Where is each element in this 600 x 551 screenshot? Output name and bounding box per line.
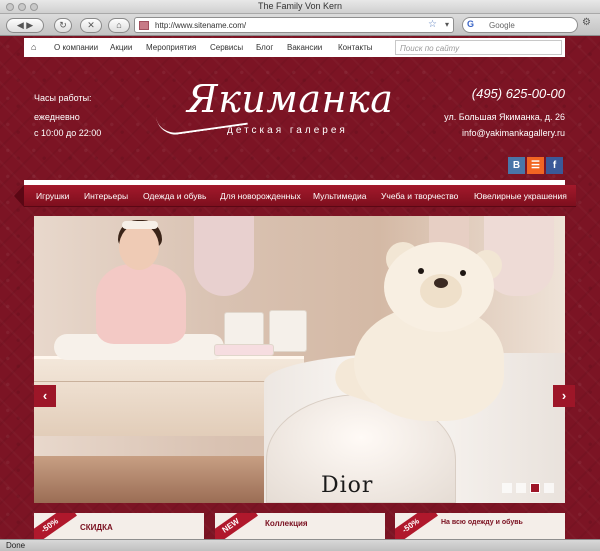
promo-ribbon: -50% [395,513,438,539]
slider-next-button[interactable]: › [553,385,575,407]
window-titlebar: The Family Von Kern [0,0,600,14]
top-navigation: ⌂ О компании Акции Мероприятия Сервисы Б… [24,38,565,57]
vkontakte-icon[interactable]: В [508,157,525,174]
promo-tile-collection[interactable]: NEW Коллекция [215,513,385,539]
reload-icon: ↻ [59,20,67,30]
topnav-item-blog[interactable]: Блог [256,43,273,52]
hero-slider: Dior [34,216,565,503]
category-item-multimedia[interactable]: Мультимедиа [313,191,366,201]
forward-arrow-icon[interactable]: ▶ [26,20,33,30]
category-item-newborns[interactable]: Для новорожденных [220,191,301,201]
topnav-item-contacts[interactable]: Контакты [338,43,373,52]
slider-dot[interactable] [516,483,526,493]
slider-dot[interactable] [502,483,512,493]
back-arrow-icon[interactable]: ◀ [17,20,24,30]
folded-fabric [214,344,274,356]
catnav-fold [14,185,24,207]
browser-search-placeholder[interactable]: Google [489,21,515,30]
site-search-input[interactable]: Поиск по сайту [395,40,562,55]
slider-dot[interactable] [544,483,554,493]
slider-prev-button[interactable]: ‹ [34,385,56,407]
category-item-education[interactable]: Учеба и творчество [381,191,458,201]
slider-dot-active[interactable] [530,483,540,493]
gift-box [269,310,307,352]
bear-eye [418,268,424,274]
bear-nose [434,278,448,288]
category-navigation: Игрушки Интерьеры Одежда и обувь Для нов… [24,185,576,207]
hanging-clothes [194,216,254,296]
home-icon[interactable]: ⌂ [31,42,36,52]
doll-head [119,224,159,270]
topnav-item-jobs[interactable]: Вакансии [287,43,322,52]
contact-phone: (495) 625-00-00 [471,86,565,101]
promo-text: СКИДКА [80,523,113,532]
topnav-item-services[interactable]: Сервисы [210,43,243,52]
topnav-item-promotions[interactable]: Акции [110,43,132,52]
hours-days: ежедневно [34,112,80,122]
address-url[interactable]: http://www.sitename.com/ [155,21,246,30]
home-icon: ⌂ [116,20,122,30]
promo-ribbon: NEW [215,513,258,539]
chevron-down-icon[interactable]: ▾ [445,20,449,29]
topnav-item-events[interactable]: Мероприятия [146,43,196,52]
stop-button[interactable]: ✕ [80,18,102,33]
browser-statusbar: Done [0,539,600,551]
site-logo[interactable]: Якиманка детская галерея [156,77,407,141]
promo-tile-clothing-sale[interactable]: -50% На всю одежду и обувь [395,513,565,539]
topnav-item-about[interactable]: О компании [54,43,98,52]
window-title: The Family Von Kern [257,1,343,11]
category-item-clothing[interactable]: Одежда и обувь [143,191,206,201]
logo-subtitle: детская галерея [227,125,348,136]
rss-icon[interactable]: ☰ [527,157,544,174]
page-viewport: ⌂ О компании Акции Мероприятия Сервисы Б… [0,36,600,539]
settings-gear-icon[interactable]: ⚙ [582,17,596,31]
stop-icon: ✕ [87,20,95,30]
facebook-icon[interactable]: f [546,157,563,174]
doll-figure [96,264,186,344]
doll-bow [122,221,158,229]
address-bar[interactable]: http://www.sitename.com/ ☆ ▾ [134,17,454,33]
favicon-icon [139,21,149,30]
promo-text: Коллекция [265,519,308,528]
browser-toolbar: ◀ ▶ ↻ ✕ ⌂ http://www.sitename.com/ ☆ ▾ G… [0,14,600,36]
category-item-jewelry[interactable]: Ювелирные украшения [474,191,567,201]
bear-eye [460,270,466,276]
logo-text: Якиманка [187,77,394,121]
google-icon[interactable]: G [467,19,474,29]
contact-email[interactable]: info@yakimankagallery.ru [462,128,565,138]
category-item-toys[interactable]: Игрушки [36,191,69,201]
bookmark-star-icon[interactable]: ☆ [428,19,437,30]
back-forward-buttons[interactable]: ◀ ▶ [6,18,44,33]
status-text: Done [6,541,26,550]
hours-time: с 10:00 до 22:00 [34,128,102,138]
hours-label: Часы работы: [34,93,92,103]
category-item-interiors[interactable]: Интерьеры [84,191,128,201]
reload-button[interactable]: ↻ [54,18,72,33]
contact-address: ул. Большая Якиманка, д. 26 [444,112,565,122]
browser-search-field[interactable]: G Google [462,17,578,33]
promo-tile-sale[interactable]: -50% СКИДКА [34,513,204,539]
hatbox-brand: Dior [321,473,374,498]
promo-text: На всю одежду и обувь [441,519,523,526]
promo-ribbon: -50% [34,513,77,539]
home-button[interactable]: ⌂ [108,18,130,33]
